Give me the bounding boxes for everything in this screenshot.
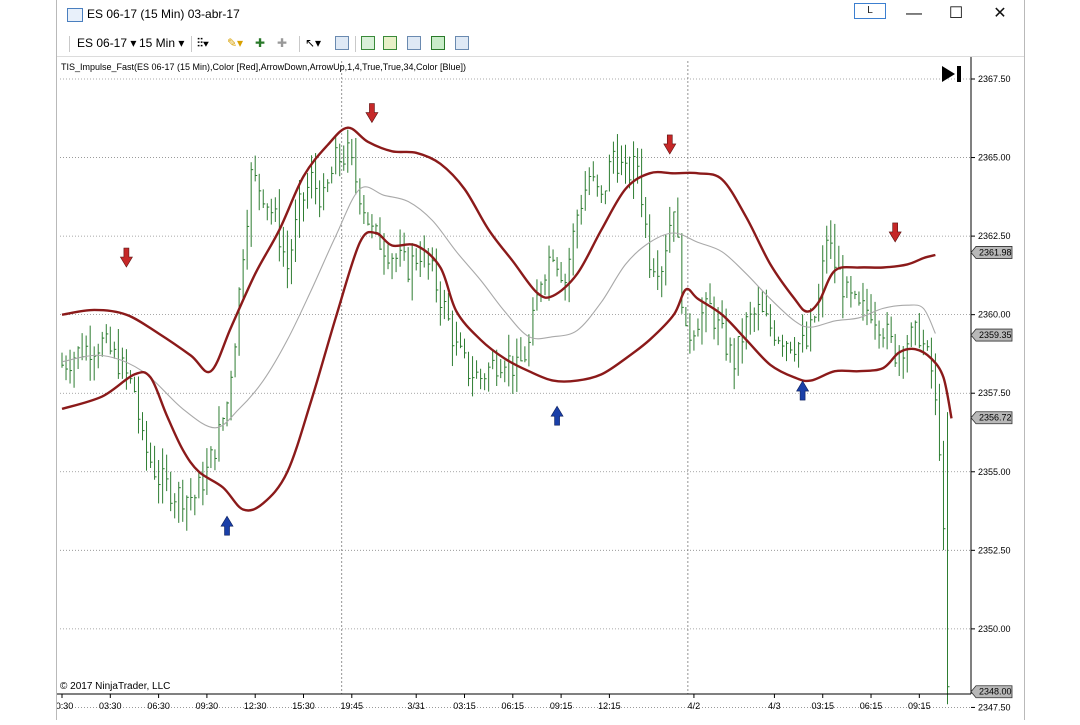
dollar-icon[interactable] xyxy=(431,36,445,50)
indicator-label: TIS_Impulse_Fast(ES 06-17 (15 Min),Color… xyxy=(61,62,466,72)
y-tick-label: 2355.00 xyxy=(978,467,1011,477)
y-tick-label: 2362.50 xyxy=(978,231,1011,241)
x-tick-label: 4/3 xyxy=(768,701,781,711)
toolbar-separator xyxy=(355,36,356,52)
arrow-up-icon xyxy=(550,405,564,426)
toolbar-separator xyxy=(69,36,70,52)
x-tick-label: 06:30 xyxy=(147,701,170,711)
chart-window: ES 06-17 (15 Min) 03-abr-17 L — ☐ ✕ ES 0… xyxy=(51,0,1025,720)
strategy-icon[interactable]: ✚ xyxy=(277,34,287,52)
price-bars xyxy=(61,129,950,705)
window-title: ES 06-17 (15 Min) 03-abr-17 xyxy=(87,7,240,21)
x-tick-label: 00:30 xyxy=(57,701,73,711)
arrow-down-icon xyxy=(888,222,902,243)
x-tick-label: 15:30 xyxy=(292,701,315,711)
y-tick-label: 2347.50 xyxy=(978,702,1011,712)
properties-icon[interactable] xyxy=(407,36,421,50)
x-tick-label: 06:15 xyxy=(502,701,525,711)
maximize-button[interactable]: ☐ xyxy=(941,4,971,24)
x-tick-label: 19:45 xyxy=(341,701,364,711)
arrow-down-icon xyxy=(663,134,677,155)
y-tick-label: 2352.50 xyxy=(978,545,1011,555)
y-tick-label: 2365.00 xyxy=(978,153,1011,163)
pencil-icon[interactable]: ✎▾ xyxy=(227,34,243,52)
title-bar[interactable]: ES 06-17 (15 Min) 03-abr-17 L — ☐ ✕ xyxy=(57,0,1024,30)
arrow-down-icon xyxy=(119,247,133,268)
x-tick-label: 09:15 xyxy=(550,701,573,711)
chart-app-icon xyxy=(67,8,83,22)
x-axis: 00:30 03:30 06:30 09:30 12:30 15:30 19:45 3/31 0… xyxy=(51,693,971,711)
toolbar-separator xyxy=(299,36,300,52)
close-button[interactable]: ✕ xyxy=(985,4,1015,24)
x-tick-label: 03:15 xyxy=(811,701,834,711)
y-tick-label: 2367.50 xyxy=(978,74,1011,84)
interval-selector[interactable]: 15 Min ▾ xyxy=(139,34,184,52)
minimize-button[interactable]: — xyxy=(899,4,929,24)
y-tick-label: 2357.50 xyxy=(978,388,1011,398)
cursor-icon[interactable]: ↖▾ xyxy=(305,34,321,52)
x-tick-label: 12:30 xyxy=(244,701,267,711)
x-tick-label: 09:15 xyxy=(908,701,931,711)
copyright: © 2017 NinjaTrader, LLC xyxy=(60,681,171,692)
y-tick-label: 2350.00 xyxy=(978,624,1011,634)
arrow-up-icon xyxy=(220,515,234,536)
order-icon[interactable] xyxy=(383,36,397,50)
price-marker-label: 2348.00 xyxy=(979,687,1012,697)
link-button[interactable]: L xyxy=(854,3,886,19)
arrow-up-icon xyxy=(796,380,810,401)
grid xyxy=(60,78,971,708)
add-indicator-icon[interactable]: ✚ xyxy=(255,34,265,52)
chart-toolbar: ES 06-17 ▾ 15 Min ▾ ⫶⫶▾ ✎▾ ✚ ✚ ↖▾ xyxy=(57,30,1024,57)
zoom-icon[interactable] xyxy=(335,36,349,50)
data-box-icon[interactable] xyxy=(455,36,469,50)
price-marker-label: 2361.98 xyxy=(979,247,1012,257)
x-tick-label: 03:30 xyxy=(99,701,122,711)
chart-panel[interactable]: 2367.50 2365.00 2362.50 2360.00 2357.50 2355.… xyxy=(51,57,1024,720)
toolbar-separator xyxy=(191,36,192,52)
x-tick-label: 12:15 xyxy=(598,701,621,711)
session-breaks xyxy=(341,61,689,694)
x-tick-label: 3/31 xyxy=(407,701,425,711)
band-lines xyxy=(61,126,953,512)
instrument-selector[interactable]: ES 06-17 ▾ xyxy=(77,34,136,52)
lower-band-line xyxy=(61,230,953,512)
skip-to-end-icon[interactable] xyxy=(939,64,965,84)
x-tick-label: 09:30 xyxy=(196,701,219,711)
y-axis: 2367.50 2365.00 2362.50 2360.00 2357.50 2355.… xyxy=(970,57,1011,712)
price-marker-label: 2359.35 xyxy=(979,330,1012,340)
x-tick-label: 06:15 xyxy=(860,701,883,711)
y-tick-label: 2360.00 xyxy=(978,310,1011,320)
price-chart[interactable]: 2367.50 2365.00 2362.50 2360.00 2357.50 2355.… xyxy=(51,57,1024,720)
x-tick-label: 03:15 xyxy=(453,701,476,711)
chart-trader-icon[interactable] xyxy=(361,36,375,50)
price-marker-label: 2356.72 xyxy=(979,413,1012,423)
x-tick-label: 4/2 xyxy=(688,701,701,711)
bar-type-icon[interactable]: ⫶⫶▾ xyxy=(197,34,209,52)
arrow-down-icon xyxy=(365,103,379,124)
